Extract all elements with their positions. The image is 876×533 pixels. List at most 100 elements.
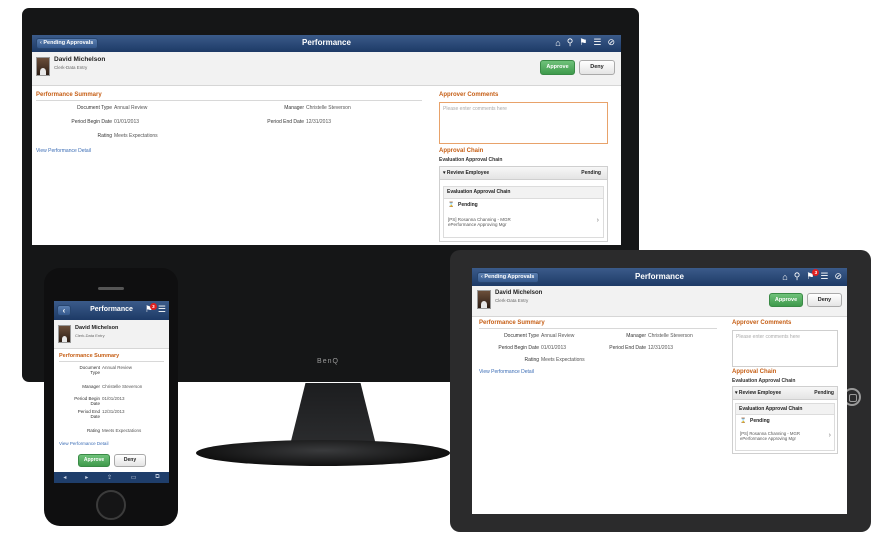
rating-value: Meets Expectations	[541, 357, 585, 363]
phone-home-button	[96, 490, 126, 520]
approver-info[interactable]: [PS] Rosanna Channing - MGR ePerformance…	[740, 431, 800, 442]
monitor-base	[196, 440, 450, 466]
avatar	[58, 325, 71, 343]
user-name: David Michelson	[75, 325, 119, 331]
tablet-screen: ‹ Pending Approvals Performance ⌂ ⚲ ⚑ 3 …	[472, 268, 847, 514]
user-bar: David Michelson Clerk-Data Entry Approve…	[32, 52, 621, 86]
view-performance-detail-link[interactable]: View Performance Detail	[59, 441, 108, 446]
menu-icon[interactable]: ☰	[593, 37, 601, 48]
approve-button[interactable]: Approve	[769, 293, 803, 307]
collapse-triangle-icon: ▾	[735, 390, 738, 396]
summary-divider	[36, 100, 422, 101]
approve-button[interactable]: Approve	[540, 60, 575, 75]
deny-button[interactable]: Deny	[807, 293, 842, 307]
summary-title: Performance Summary	[59, 353, 120, 359]
phone-screen: ‹ Performance ⚑ 3 ☰ David Michelson Cler…	[54, 301, 169, 483]
search-icon[interactable]: ⚲	[567, 37, 574, 48]
browser-share-icon[interactable]: ⇪	[107, 474, 112, 481]
period-begin-label: Period Begin Date	[74, 396, 100, 407]
period-end-value: 12/31/2013	[102, 409, 125, 414]
manager-label: Manager	[284, 105, 304, 111]
approver-comments-title: Approver Comments	[439, 92, 499, 98]
deny-button[interactable]: Deny	[114, 454, 146, 467]
approval-chain-subtitle: Evaluation Approval Chain	[439, 157, 503, 163]
hourglass-icon: ⌛	[740, 418, 747, 424]
header-icons: ⌂ ⚲ ⚑ ☰ ⊘	[555, 37, 615, 48]
monitor-stand	[290, 383, 376, 445]
browser-back-icon[interactable]: ◂	[63, 474, 66, 481]
document-type-label: Document Type	[504, 333, 539, 339]
period-begin-value: 01/01/2013	[114, 119, 140, 125]
comments-textarea[interactable]: Please enter comments here	[439, 102, 608, 144]
manager-label: Manager	[82, 384, 100, 389]
flag-icon[interactable]: ⚑ 3	[145, 303, 157, 315]
evaluation-chain-header: Evaluation Approval Chain	[736, 404, 834, 415]
notification-badge: 3	[812, 269, 820, 276]
manager-value: Christelle Steverson	[306, 105, 351, 111]
flag-icon[interactable]: ⚑	[579, 37, 587, 48]
view-performance-detail-link[interactable]: View Performance Detail	[479, 369, 534, 375]
approval-chain-box: ▾ Review Employee Pending Evaluation App…	[732, 386, 838, 454]
deny-button[interactable]: Deny	[579, 60, 615, 75]
rating-label: Rating	[86, 428, 100, 433]
app-header: ‹ Pending Approvals Performance ⌂ ⚲ ⚑ 3 …	[472, 268, 847, 286]
user-bar: David Michelson Clerk-Data Entry	[54, 320, 169, 349]
app-header: ‹ Performance ⚑ 3 ☰	[54, 301, 169, 320]
summary-title: Performance Summary	[479, 320, 545, 326]
phone-speaker	[98, 287, 124, 290]
approve-button[interactable]: Approve	[78, 454, 110, 467]
document-type-label: Document Type	[79, 365, 100, 376]
period-end-value: 12/31/2013	[306, 119, 332, 125]
approval-chain-title: Approval Chain	[439, 148, 484, 154]
hourglass-icon: ⌛	[448, 202, 455, 208]
browser-toolbar: ◂ ▸ ⇪ ▭ ⧉	[54, 472, 169, 483]
period-begin-value: 01/01/2013	[102, 396, 125, 401]
home-icon[interactable]: ⌂	[555, 38, 560, 48]
review-employee-label: Review Employee	[738, 390, 782, 396]
user-name: David Michelson	[54, 56, 106, 63]
chevron-right-icon: ›	[828, 432, 831, 439]
summary-title: Performance Summary	[36, 92, 102, 98]
review-employee-header[interactable]: ▾ Review Employee Pending	[733, 387, 837, 400]
search-icon[interactable]: ⚲	[794, 271, 801, 282]
comments-textarea[interactable]: Please enter comments here	[732, 330, 838, 367]
browser-tabs-icon[interactable]: ⧉	[155, 474, 159, 481]
view-performance-detail-link[interactable]: View Performance Detail	[36, 148, 91, 154]
menu-icon[interactable]: ☰	[820, 271, 828, 282]
user-role: Clerk-Data Entry	[495, 298, 529, 303]
evaluation-chain-header: Evaluation Approval Chain	[444, 187, 603, 199]
rating-value: Meets Expectations	[114, 133, 158, 139]
manager-label: Manager	[626, 333, 646, 339]
period-end-value: 12/31/2013	[648, 345, 674, 351]
approval-chain-title: Approval Chain	[732, 369, 777, 375]
browser-bookmarks-icon[interactable]: ▭	[131, 474, 137, 481]
document-type-value: Annual Review	[114, 105, 148, 111]
monitor-screen: ‹ Pending Approvals Performance ⌂ ⚲ ⚑ ☰ …	[32, 35, 621, 245]
user-name: David Michelson	[495, 290, 543, 296]
header-icons: ⚑ 3 ☰	[145, 303, 166, 315]
notification-badge: 3	[149, 303, 157, 310]
page-title: Performance	[302, 38, 351, 47]
browser-forward-icon[interactable]: ▸	[85, 474, 88, 481]
home-icon[interactable]: ⌂	[782, 272, 787, 282]
rating-label: Rating	[524, 357, 539, 363]
approver-comments-title: Approver Comments	[732, 320, 792, 326]
menu-icon[interactable]: ☰	[158, 304, 166, 315]
rating-label: Rating	[97, 133, 112, 139]
rating-value: Meets Expectations	[102, 428, 142, 433]
user-bar: David Michelson Clerk-Data Entry Approve…	[472, 286, 847, 317]
avatar	[36, 57, 50, 76]
document-type-label: Document Type	[77, 105, 112, 111]
flag-icon[interactable]: ⚑ 3	[806, 269, 820, 282]
period-begin-label: Period Begin Date	[71, 119, 112, 125]
approver-info[interactable]: [PS] Rosanna Channing - MGR ePerformance…	[448, 217, 511, 227]
compass-icon[interactable]: ⊘	[607, 37, 615, 48]
summary-divider	[59, 361, 164, 362]
period-begin-value: 01/01/2013	[541, 345, 567, 351]
review-employee-header[interactable]: ▾ Review Employee Pending	[440, 167, 607, 180]
compass-icon[interactable]: ⊘	[834, 271, 842, 282]
manager-value: Christelle Steverson	[102, 384, 143, 389]
manager-value: Christelle Steverson	[648, 333, 693, 339]
summary-divider	[479, 328, 717, 329]
app-header: ‹ Pending Approvals Performance ⌂ ⚲ ⚑ ☰ …	[32, 35, 621, 52]
